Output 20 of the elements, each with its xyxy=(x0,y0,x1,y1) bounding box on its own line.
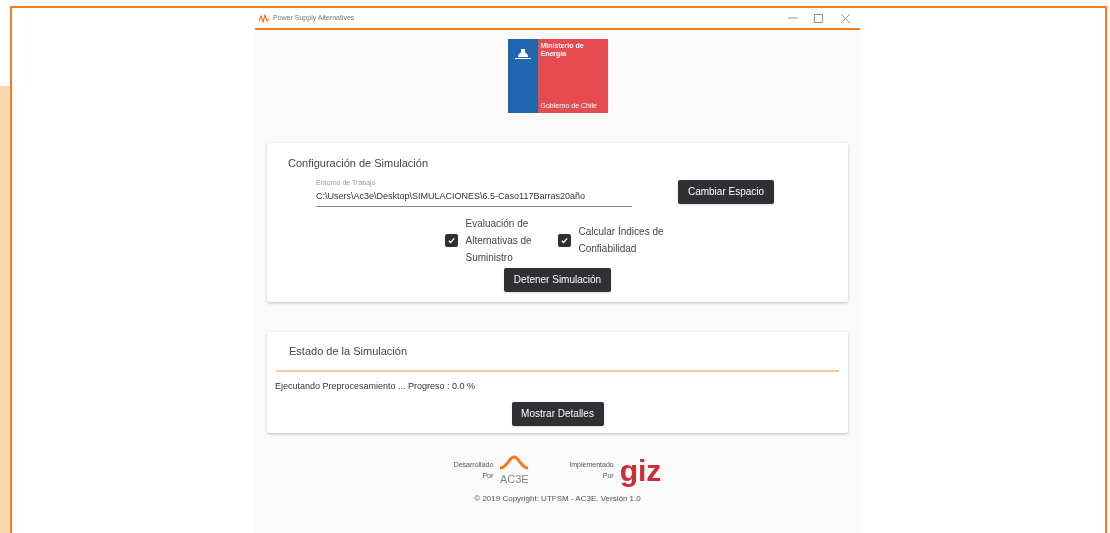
close-icon[interactable] xyxy=(841,13,850,23)
checkbox-label: Calcular Índices de Confiabilidad xyxy=(578,224,665,256)
checkmark-icon xyxy=(559,235,569,245)
maximize-icon[interactable] xyxy=(814,13,823,23)
status-message: Ejecutando Preprocesamiento ... Progreso : 0.0 % xyxy=(275,380,477,393)
copyright-text: © 2019 Copyright: UTFSM - AC3E. Versión 1.0 xyxy=(474,493,641,505)
change-workspace-button[interactable]: Cambiar Espacio xyxy=(678,179,774,204)
checkbox[interactable] xyxy=(444,233,458,247)
logo-text: AC3E xyxy=(499,471,529,487)
stop-simulation-button[interactable]: Detener Simulación xyxy=(504,267,611,292)
card-title: Estado de la Simulación xyxy=(289,343,408,359)
checkbox-label: Evaluación de Alternativas de Suministro xyxy=(465,216,533,265)
field-value: C:\Users\Ac3e\Desktop\SIMULACIONES\6.5-Caso117Barras20año xyxy=(316,190,586,203)
app-logo-icon xyxy=(259,13,269,23)
checkmark-icon xyxy=(446,235,456,245)
giz-logo: giz xyxy=(619,455,662,486)
card-title: Configuración de Simulación xyxy=(288,156,430,171)
show-details-button[interactable]: Mostrar Detalles xyxy=(511,401,604,426)
wave-icon xyxy=(499,454,530,471)
checkbox[interactable] xyxy=(557,233,571,247)
